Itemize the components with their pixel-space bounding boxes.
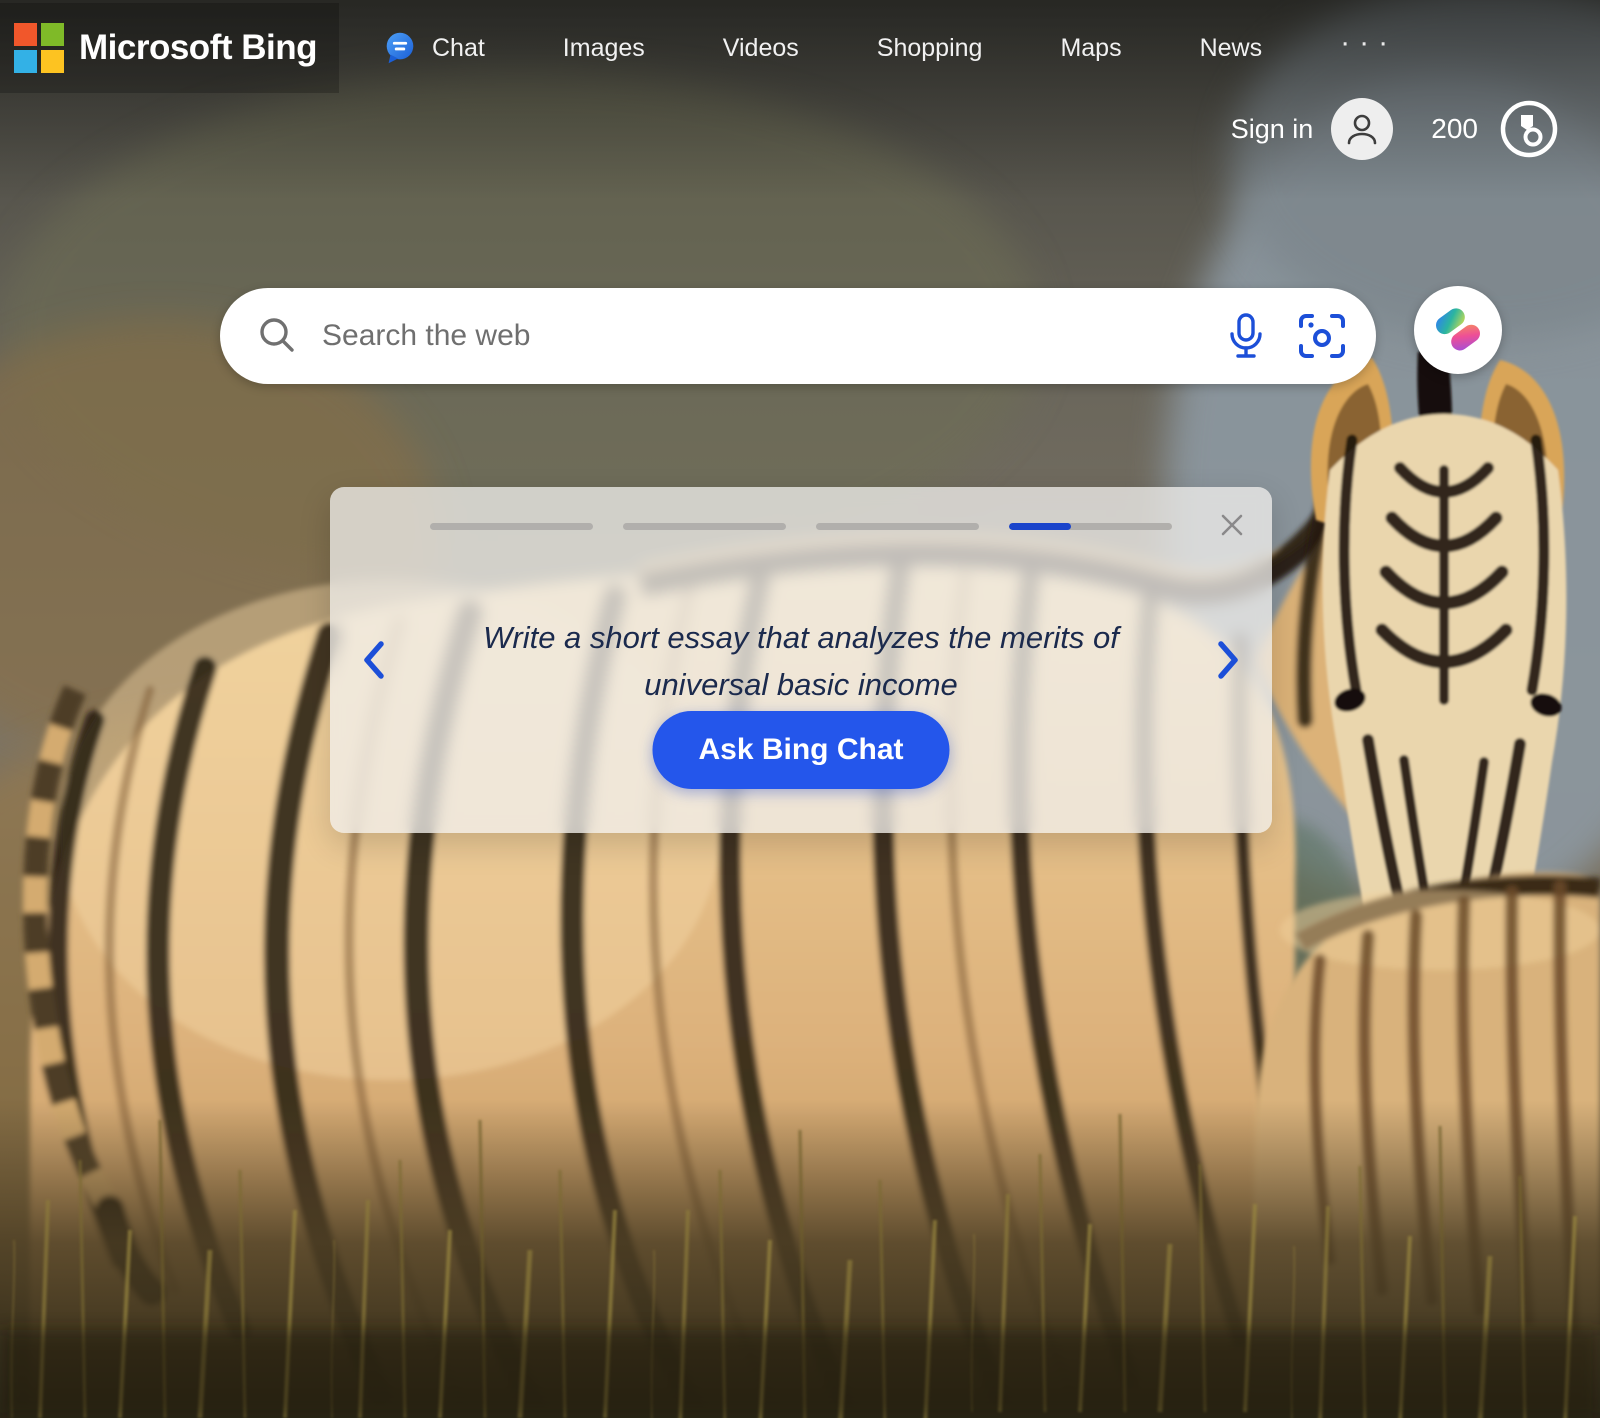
logo-text: Microsoft Bing — [79, 28, 317, 68]
visual-search-button[interactable] — [1296, 312, 1348, 360]
search-input[interactable] — [320, 318, 1161, 354]
nav-item-videos[interactable]: Videos — [723, 34, 799, 63]
copilot-button[interactable] — [1414, 286, 1502, 374]
nav-label: Shopping — [877, 34, 983, 63]
progress-segment-4-active[interactable] — [1009, 523, 1172, 530]
chevron-left-icon — [360, 638, 388, 682]
carousel-previous-button[interactable] — [360, 638, 388, 682]
nav-label: News — [1200, 34, 1263, 63]
microphone-icon — [1224, 312, 1268, 360]
progress-segment-1[interactable] — [430, 523, 593, 530]
close-icon — [1216, 509, 1248, 541]
chevron-right-icon — [1214, 638, 1242, 682]
search-icon — [256, 315, 298, 357]
primary-nav: Chat Images Videos Shopping Maps News ··… — [381, 26, 1397, 70]
visual-search-camera-icon — [1297, 312, 1347, 360]
chat-suggestion-card: Write a short essay that analyzes the me… — [330, 487, 1272, 833]
nav-item-chat[interactable]: Chat — [381, 29, 485, 67]
microsoft-logo-icon — [14, 23, 64, 73]
nav-item-images[interactable]: Images — [563, 34, 645, 63]
progress-fill — [1009, 523, 1071, 530]
nav-item-shopping[interactable]: Shopping — [877, 34, 983, 63]
rewards-button[interactable] — [1498, 98, 1560, 160]
nav-item-maps[interactable]: Maps — [1060, 34, 1121, 63]
nav-item-news[interactable]: News — [1200, 34, 1263, 63]
carousel-next-button[interactable] — [1214, 638, 1242, 682]
avatar-button[interactable] — [1331, 98, 1393, 160]
nav-label: Videos — [723, 34, 799, 63]
carousel-progress — [430, 523, 1172, 530]
progress-segment-3[interactable] — [816, 523, 979, 530]
nav-more-ellipsis-icon[interactable]: ··· — [1340, 26, 1397, 70]
nav-label: Maps — [1060, 34, 1121, 63]
close-button[interactable] — [1216, 509, 1248, 541]
rewards-points: 200 — [1431, 113, 1478, 145]
bing-logo[interactable]: Microsoft Bing — [0, 3, 339, 93]
progress-segment-2[interactable] — [623, 523, 786, 530]
account-bar: Sign in 200 — [1231, 98, 1560, 160]
more-label: ··· — [1340, 26, 1397, 60]
suggested-prompt-text: Write a short essay that analyzes the me… — [441, 614, 1161, 708]
search-bar — [220, 288, 1376, 384]
avatar-person-icon — [1344, 111, 1380, 147]
nav-label: Images — [563, 34, 645, 63]
sign-in-link[interactable]: Sign in — [1231, 114, 1314, 145]
chat-bubble-icon — [381, 29, 419, 67]
copilot-logo-icon — [1430, 302, 1486, 358]
top-nav: Microsoft Bing Chat Images Videos Shoppi… — [0, 0, 1600, 96]
rewards-medal-icon — [1499, 99, 1559, 159]
ask-bing-chat-button[interactable]: Ask Bing Chat — [652, 711, 949, 789]
microphone-button[interactable] — [1222, 312, 1270, 360]
nav-label: Chat — [432, 34, 485, 63]
